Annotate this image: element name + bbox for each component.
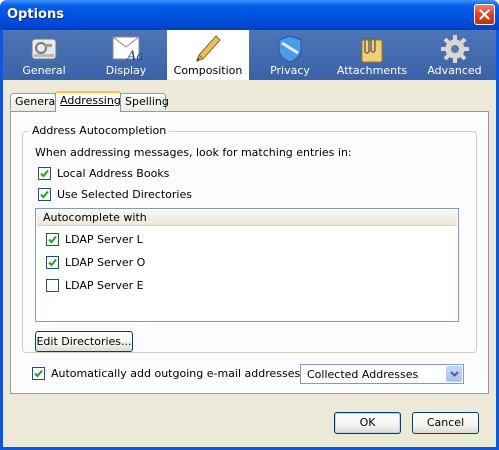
check-icon	[48, 235, 57, 244]
tab-spelling[interactable]: Spelling	[120, 93, 169, 110]
options-window: Options General Aa	[0, 0, 499, 450]
checkbox-box[interactable]	[38, 167, 51, 180]
category-display[interactable]: Aa Display	[85, 30, 167, 80]
directory-list[interactable]: Autocomplete with LDAP Server L LDAP Ser…	[35, 208, 459, 322]
category-general[interactable]: General	[3, 30, 85, 80]
checkbox-box[interactable]	[46, 256, 59, 269]
server-label: LDAP Server O	[65, 256, 146, 269]
checkbox-box[interactable]	[46, 233, 59, 246]
category-toolbar: General Aa Display Composition	[3, 30, 496, 80]
checkbox-box[interactable]	[32, 367, 45, 380]
use-selected-directories-label: Use Selected Directories	[57, 188, 192, 201]
checkbox-box[interactable]	[46, 279, 59, 292]
svg-text:Aa: Aa	[126, 49, 142, 64]
general-icon	[31, 38, 57, 60]
dialog-body: General Aa Display Composition	[3, 30, 496, 447]
auto-add-checkbox[interactable]: Automatically add outgoing e-mail addres…	[32, 367, 338, 380]
auto-add-label: Automatically add outgoing e-mail addres…	[51, 367, 339, 380]
category-privacy[interactable]: Privacy	[249, 30, 331, 80]
category-composition[interactable]: Composition	[167, 30, 249, 80]
group-title: Address Autocompletion	[29, 124, 170, 137]
check-icon	[40, 190, 49, 199]
edit-directories-button[interactable]: Edit Directories...	[35, 331, 133, 352]
list-item[interactable]: LDAP Server E	[46, 279, 144, 292]
check-icon	[34, 369, 43, 378]
close-icon	[479, 9, 490, 20]
display-icon: Aa	[112, 36, 142, 64]
tab-general[interactable]: General	[10, 93, 58, 110]
category-attachments[interactable]: Attachments	[331, 30, 413, 80]
server-label: LDAP Server E	[65, 279, 144, 292]
chevron-down-icon	[449, 371, 459, 377]
address-autocompletion-group: Address Autocompletion When addressing m…	[22, 124, 477, 353]
local-address-books-checkbox[interactable]: Local Address Books	[38, 167, 169, 180]
list-column-header[interactable]: Autocomplete with	[37, 210, 457, 226]
local-address-books-label: Local Address Books	[57, 167, 170, 180]
dropdown-button[interactable]	[446, 366, 462, 382]
ok-button[interactable]: OK	[334, 412, 401, 434]
category-advanced[interactable]: Advanced	[413, 30, 496, 80]
use-selected-directories-checkbox[interactable]: Use Selected Directories	[38, 188, 192, 201]
composition-icon	[196, 35, 221, 62]
address-book-select[interactable]: Collected Addresses	[300, 364, 464, 384]
tab-addressing[interactable]: Addressing	[55, 91, 121, 112]
list-item[interactable]: LDAP Server L	[46, 233, 143, 246]
server-label: LDAP Server L	[65, 233, 143, 246]
close-button[interactable]	[474, 4, 495, 25]
list-item[interactable]: LDAP Server O	[46, 256, 145, 269]
check-icon	[48, 258, 57, 267]
advanced-icon	[440, 35, 469, 63]
intro-text: When addressing messages, look for match…	[35, 146, 352, 159]
cancel-button[interactable]: Cancel	[412, 412, 479, 434]
attachments-icon	[361, 36, 383, 63]
checkbox-box[interactable]	[38, 188, 51, 201]
addressing-panel: Address Autocompletion When addressing m…	[10, 111, 489, 394]
privacy-icon	[278, 35, 302, 63]
window-title: Options	[7, 7, 64, 22]
check-icon	[40, 169, 49, 178]
selected-address-book: Collected Addresses	[307, 368, 419, 381]
title-bar[interactable]: Options	[0, 0, 499, 30]
